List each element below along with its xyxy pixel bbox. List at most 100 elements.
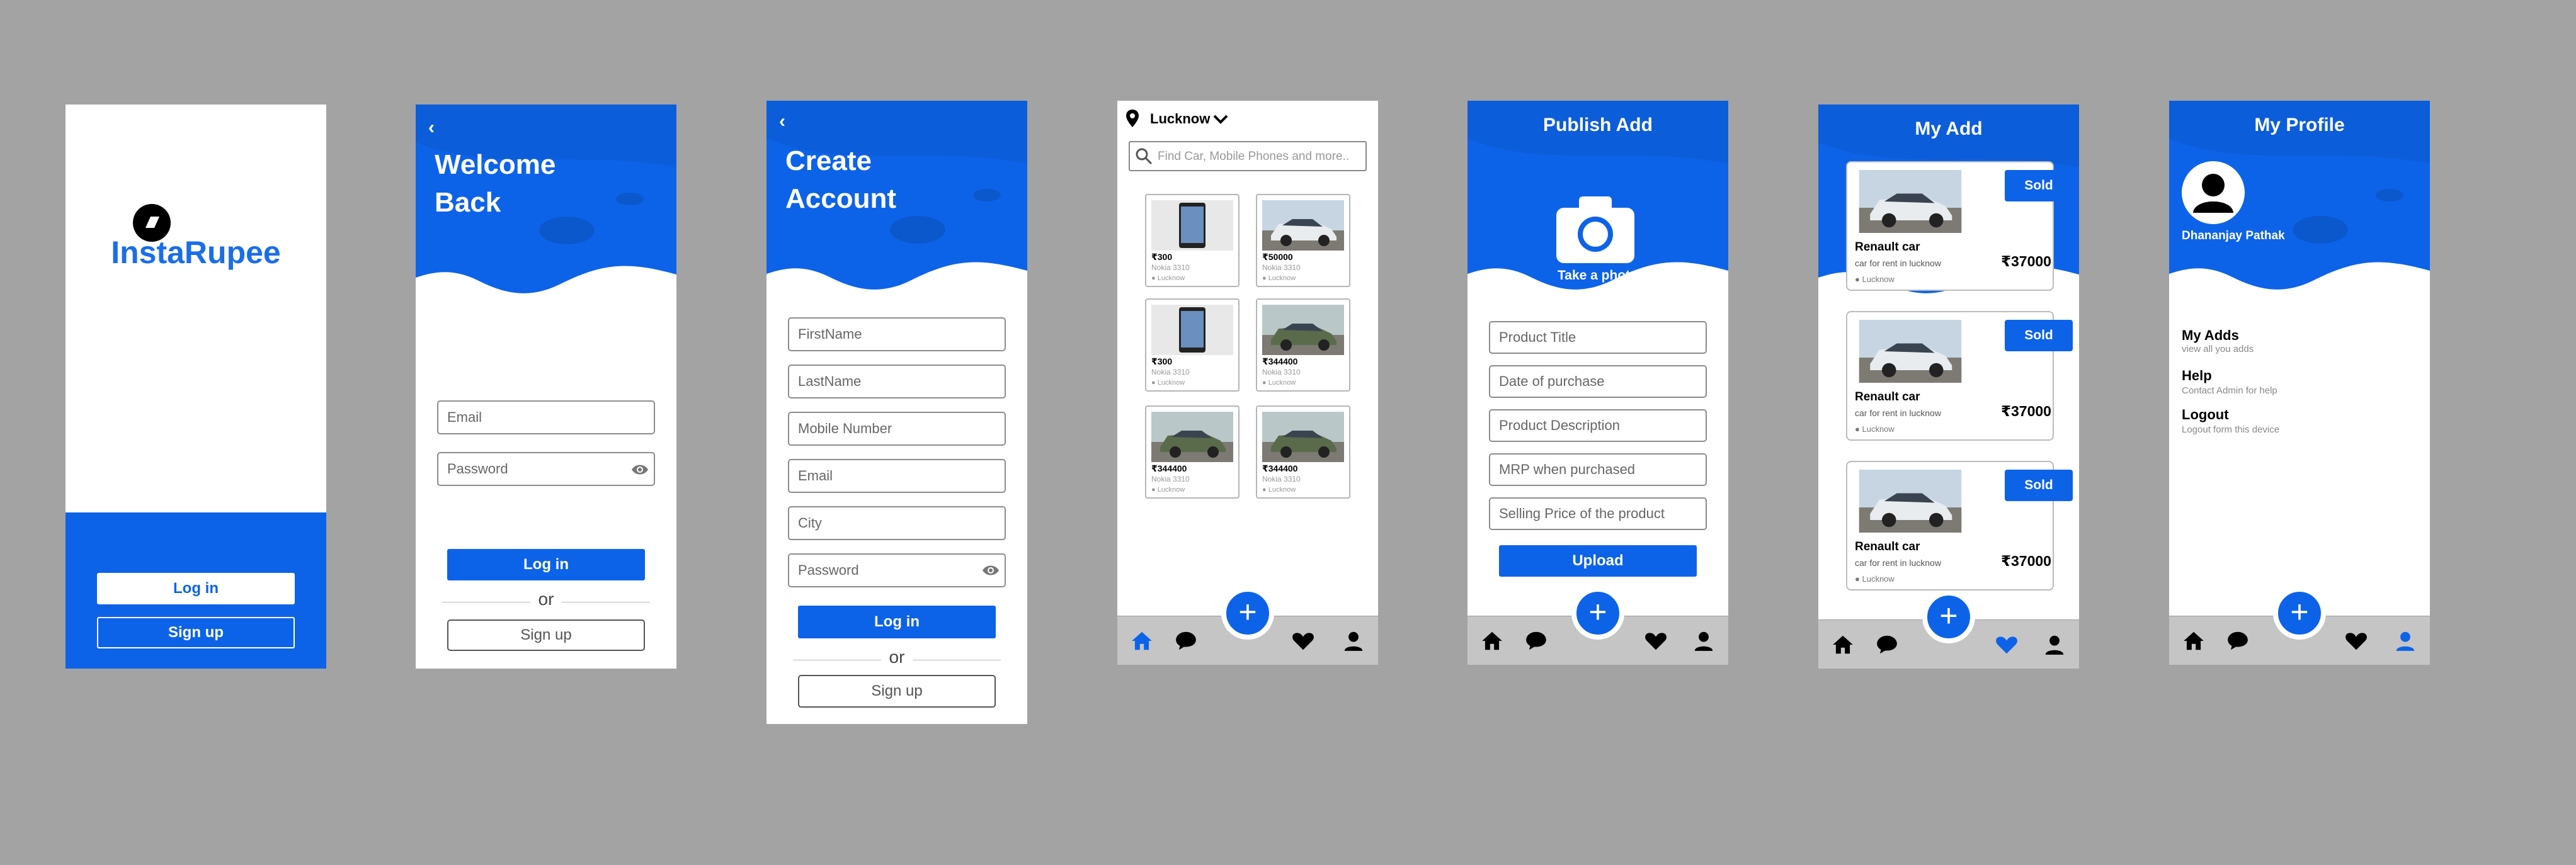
publish-screen: Publish Add Take a photo Product Title D… [1468, 101, 1728, 665]
heart-icon[interactable] [1291, 629, 1315, 653]
listing-card[interactable]: ₹300 Nokia 3310 ● Lucknow [1145, 298, 1240, 392]
menu-logout-sub: Logout form this device [2182, 424, 2280, 435]
add-listing-button[interactable]: + [1922, 591, 1975, 643]
upload-button[interactable]: Upload [1499, 545, 1697, 577]
chat-icon[interactable] [1524, 629, 1548, 653]
listing-location-text: Lucknow [1157, 486, 1185, 494]
listing-image [1262, 412, 1344, 462]
home-icon[interactable] [1831, 633, 1855, 657]
login-button[interactable]: Log in [798, 606, 996, 638]
ad-name: Renault car [1855, 390, 1920, 404]
home-icon[interactable] [2182, 629, 2206, 653]
ad-image [1855, 170, 1966, 233]
listing-location: ● Lucknow [1262, 379, 1296, 387]
listing-image [1262, 305, 1344, 355]
menu-help[interactable]: Help [2182, 368, 2212, 384]
add-listing-button[interactable]: + [2273, 587, 2326, 640]
chat-icon[interactable] [1875, 633, 1899, 657]
listing-price: ₹50000 [1262, 252, 1293, 262]
mrp-input[interactable]: MRP when purchased [1489, 453, 1707, 486]
firstname-input[interactable]: FirstName [788, 317, 1006, 351]
lastname-input[interactable]: LastName [788, 365, 1006, 399]
mobile-input[interactable]: Mobile Number [788, 412, 1006, 446]
listing-card[interactable]: ₹344400 Nokia 3310 ● Lucknow [1145, 405, 1240, 499]
listing-image [1262, 200, 1344, 251]
page-title-line2: Back [435, 187, 501, 218]
ad-description: car for rent in lucknow [1855, 558, 1941, 568]
product-title-input[interactable]: Product Title [1489, 321, 1707, 354]
user-icon[interactable] [2043, 633, 2066, 657]
or-label: or [530, 589, 562, 609]
listing-location: ● Lucknow [1262, 486, 1296, 494]
search-placeholder: Find Car, Mobile Phones and more.. [1158, 150, 1350, 163]
signup-button[interactable]: Sign up [447, 619, 645, 651]
listing-card[interactable]: ₹344400 Nokia 3310 ● Lucknow [1256, 298, 1350, 392]
listing-price: ₹300 [1151, 356, 1173, 366]
ad-location: ● Lucknow [1855, 274, 1895, 284]
ad-image [1855, 320, 1966, 383]
listing-price: ₹344400 [1262, 356, 1298, 366]
profile-screen: My Profile Dhananjay Pathak My Adds view… [2169, 101, 2430, 665]
back-icon[interactable]: ‹ [428, 117, 435, 139]
sold-button[interactable]: Sold [2005, 320, 2073, 351]
location-label[interactable]: Lucknow [1150, 111, 1210, 127]
location-pin-icon: ● [1855, 274, 1860, 284]
listing-card[interactable]: ₹344400 Nokia 3310 ● Lucknow [1256, 405, 1350, 499]
password-input[interactable]: Password [437, 452, 655, 486]
email-input[interactable]: Email [788, 459, 1006, 493]
listing-location-text: Lucknow [1268, 486, 1296, 494]
heart-icon[interactable] [1995, 633, 2019, 657]
location-pin-icon: ● [1151, 486, 1156, 494]
ad-price: ₹37000 [2001, 253, 2051, 269]
my-ad-card[interactable]: Sold Renault car car for rent in lucknow ₹3… [1846, 311, 2073, 441]
home-icon[interactable] [1130, 629, 1154, 653]
listing-card[interactable]: ₹300 Nokia 3310 ● Lucknow [1145, 194, 1240, 287]
ad-description: car for rent in lucknow [1855, 258, 1941, 268]
my-ad-card[interactable]: Sold Renault car car for rent in lucknow ₹3… [1846, 461, 2073, 591]
signup-button[interactable]: Sign up [97, 617, 295, 648]
home-icon[interactable] [1480, 629, 1504, 653]
page-title: Publish Add [1543, 115, 1653, 135]
back-icon[interactable]: ‹ [779, 111, 785, 132]
page-title-line1: Welcome [435, 149, 556, 180]
eye-icon[interactable] [982, 564, 1000, 577]
my-ad-card[interactable]: Sold Renault car car for rent in lucknow ₹3… [1846, 161, 2073, 291]
add-listing-button[interactable]: + [1571, 587, 1624, 640]
heart-icon[interactable] [1644, 629, 1668, 653]
chevron-down-icon[interactable] [1213, 115, 1228, 125]
listing-title: Nokia 3310 [1262, 263, 1301, 272]
location-pin-icon: ● [1855, 574, 1860, 584]
page-title: My Profile [2254, 115, 2345, 135]
signup-button[interactable]: Sign up [798, 675, 996, 708]
listing-image [1151, 200, 1233, 251]
password-input[interactable]: Password [788, 553, 1006, 587]
menu-logout[interactable]: Logout [2182, 407, 2229, 423]
listing-card[interactable]: ₹50000 Nokia 3310 ● Lucknow [1256, 194, 1350, 287]
user-icon[interactable] [2393, 629, 2417, 653]
login-button[interactable]: Log in [447, 549, 645, 580]
login-button[interactable]: Log in [97, 573, 295, 604]
listing-location-text: Lucknow [1268, 274, 1296, 282]
selling-price-input[interactable]: Selling Price of the product [1489, 497, 1707, 530]
camera-icon[interactable] [1556, 194, 1634, 263]
user-icon[interactable] [1692, 629, 1716, 653]
chat-icon[interactable] [2226, 629, 2250, 653]
search-input[interactable]: Find Car, Mobile Phones and more.. [1129, 141, 1367, 171]
sold-button[interactable]: Sold [2005, 170, 2073, 201]
heart-icon[interactable] [2344, 629, 2368, 653]
eye-icon[interactable] [631, 463, 649, 476]
purchase-date-input[interactable]: Date of purchase [1489, 365, 1707, 398]
description-input[interactable]: Product Description [1489, 409, 1707, 442]
user-icon[interactable] [1342, 629, 1365, 653]
avatar[interactable] [2182, 161, 2245, 224]
chat-icon[interactable] [1174, 629, 1198, 653]
email-input[interactable]: Email [437, 400, 655, 434]
sold-button[interactable]: Sold [2005, 470, 2073, 501]
add-listing-button[interactable]: + [1221, 587, 1274, 640]
menu-my-adds[interactable]: My Adds [2182, 327, 2239, 344]
city-input[interactable]: City [788, 506, 1006, 540]
take-photo-label[interactable]: Take a photo [1468, 268, 1728, 283]
page-title-line1: Create [785, 145, 872, 176]
location-pin-icon: ● [1855, 424, 1860, 434]
listing-title: Nokia 3310 [1262, 368, 1301, 376]
